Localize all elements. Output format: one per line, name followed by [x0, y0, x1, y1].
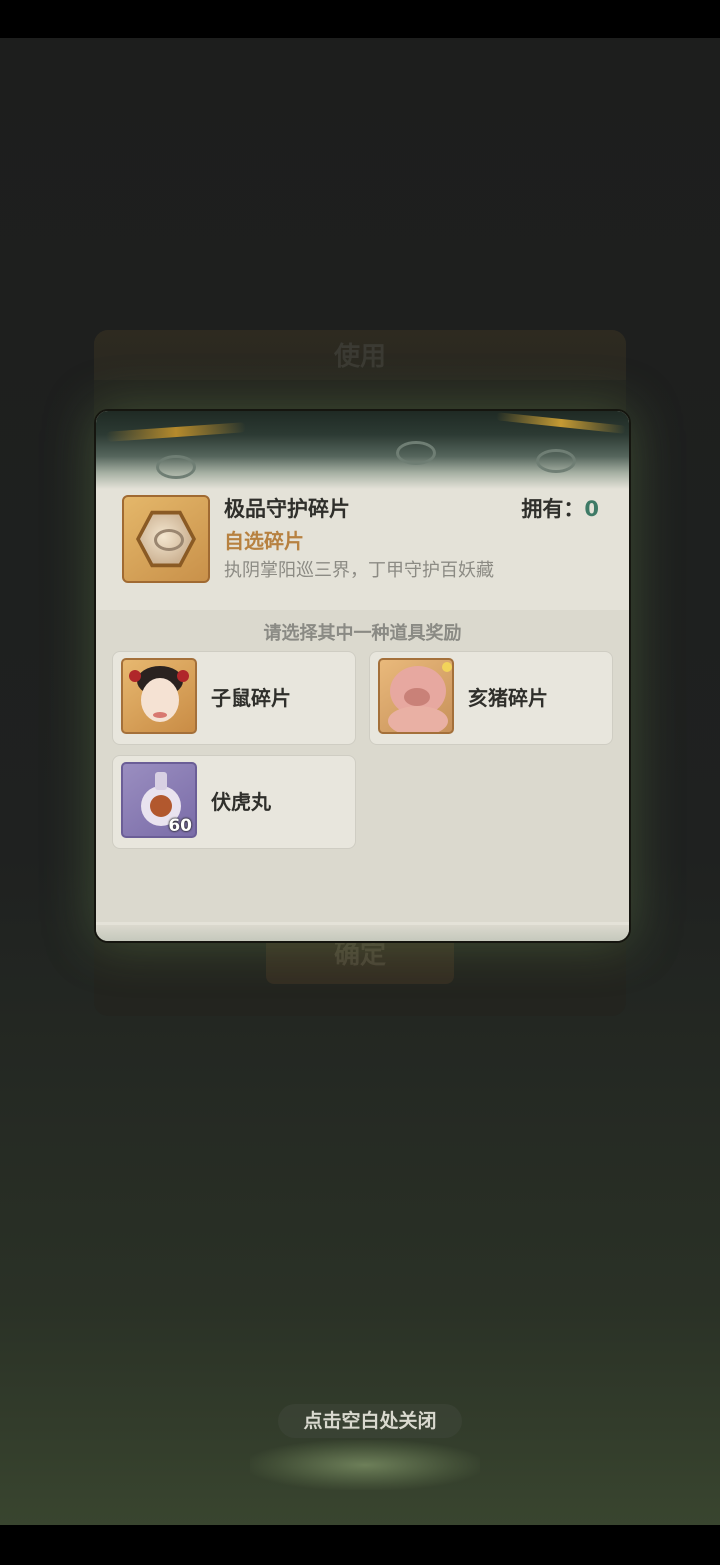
cloud-decoration-icon	[250, 1440, 480, 1490]
choose-reward-title: 请选择其中一种道具奖励	[263, 623, 462, 644]
item-name: 极品守护碎片	[224, 497, 350, 521]
rat-character-icon	[121, 658, 197, 734]
potion-bottle-icon: 60	[121, 762, 197, 838]
bottle-neck-shape	[155, 772, 167, 790]
gold-streak-decoration	[105, 422, 247, 442]
cloud-swirl-icon	[156, 455, 196, 479]
swirl-icon	[154, 529, 184, 551]
ornament-shape	[177, 670, 189, 682]
pig-body-shape	[388, 706, 448, 732]
option-rat-fragment[interactable]: 子鼠碎片	[112, 651, 356, 745]
option-label: 亥猪碎片	[468, 686, 548, 710]
reward-choice-dialog: 极品守护碎片 自选碎片 执阴掌阳巡三界，丁甲守护百妖藏 拥有：0 请选择其中一种…	[94, 409, 631, 943]
close-hint[interactable]: 点击空白处关闭	[278, 1404, 462, 1438]
mouth-shape	[153, 712, 167, 718]
gold-streak-decoration	[495, 412, 627, 434]
background-panel-header: 使用	[94, 330, 626, 380]
pig-character-icon	[378, 658, 454, 734]
option-label: 子鼠碎片	[211, 686, 291, 710]
option-pig-fragment[interactable]: 亥猪碎片	[369, 651, 613, 745]
owned-label: 拥有：	[521, 497, 585, 521]
item-description: 执阴掌阳巡三界，丁甲守护百妖藏	[224, 560, 494, 581]
cloud-swirl-icon	[396, 441, 436, 465]
item-subtitle: 自选碎片	[224, 529, 304, 553]
screen-backdrop[interactable]: 使用 确定 极品守护碎片 自选碎片 执阴掌阳巡三界，丁甲守护百妖藏 拥有：0 请…	[0, 38, 720, 1525]
sparkle-shape	[442, 662, 452, 672]
cloud-swirl-icon	[536, 449, 576, 473]
bottle-seal-shape	[150, 795, 172, 817]
dialog-header-decoration	[96, 411, 629, 489]
option-label: 伏虎丸	[211, 790, 271, 814]
owned-count: 拥有：0	[521, 493, 599, 523]
ornament-shape	[129, 670, 141, 682]
owned-value: 0	[584, 497, 599, 521]
navigation-bar	[0, 1525, 720, 1565]
quantity-badge: 60	[168, 816, 192, 836]
guardian-fragment-icon	[122, 495, 210, 583]
option-tiger-pill[interactable]: 60 伏虎丸	[112, 755, 356, 849]
pig-snout-shape	[404, 688, 430, 706]
dialog-footer-decoration	[96, 925, 629, 941]
background-panel-title: 使用	[333, 342, 386, 372]
status-bar	[0, 0, 720, 38]
